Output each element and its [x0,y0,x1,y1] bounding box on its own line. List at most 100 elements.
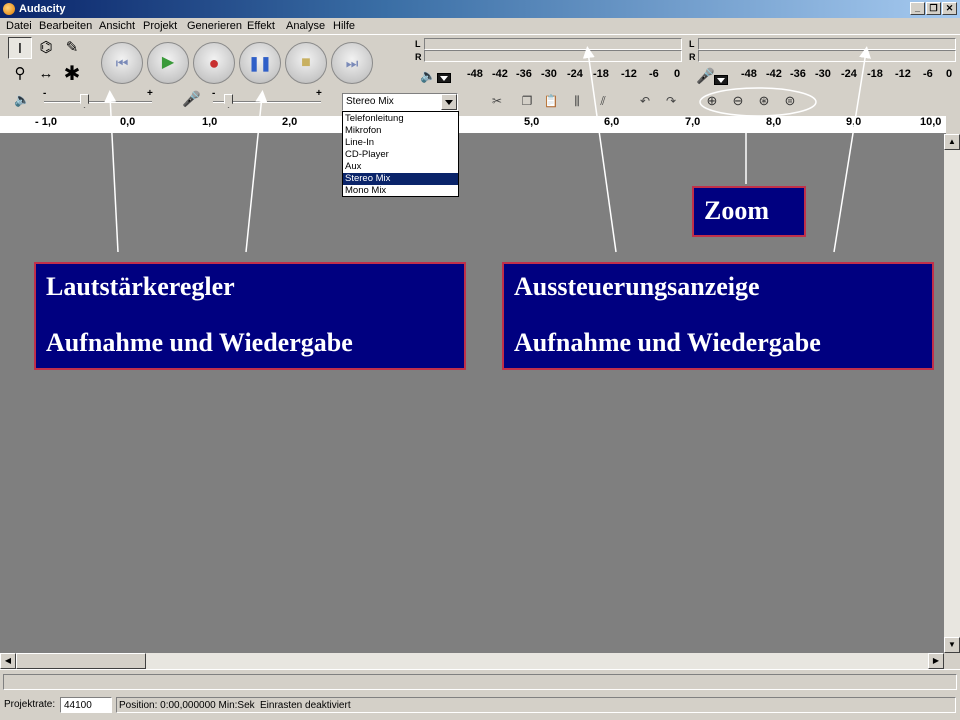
dropdown-option-selected[interactable]: Stereo Mix [343,173,458,185]
snap-status: Einrasten deaktiviert [260,700,351,711]
pause-button[interactable]: ❚❚ [239,42,281,84]
cut-icon[interactable]: ✂ [486,91,508,111]
callout-zoom: Zoom [692,186,806,237]
record-icon: ● [208,53,220,73]
ruler-label: 8,0 [766,116,782,128]
horizontal-scrollbar[interactable]: ◀ ▶ [0,653,944,669]
status-panel [3,674,957,690]
draw-tool-icon[interactable]: ✎ [60,37,84,59]
close-button[interactable]: ✕ [942,2,957,15]
meter-scale-label: 0 [674,68,681,80]
envelope-tool-icon[interactable]: ⌬ [34,37,58,59]
record-meter-menu-button[interactable] [714,75,728,85]
playback-meter-menu-button[interactable] [437,73,451,83]
playback-volume-slider[interactable] [44,101,152,103]
scroll-up-icon[interactable]: ▲ [944,134,960,150]
project-rate-field[interactable]: 44100 [60,697,112,713]
menu-datei[interactable]: Datei [6,20,32,32]
meter-left-label: L [689,39,695,49]
playback-meter[interactable]: L R 🔈 -48 -42 -36 -30 -24 -18 -12 -6 0 [410,37,682,87]
menu-ansicht[interactable]: Ansicht [99,20,135,32]
position-panel: Position: 0:00,000000 Min:Sek Einrasten … [116,697,956,713]
callout-volume-line1: Lautstärkeregler [46,272,235,301]
dropdown-option[interactable]: Aux [343,161,458,173]
record-volume-control: 🎤 - + [180,88,330,114]
speaker-icon: 🔈 [14,92,31,107]
record-volume-thumb[interactable] [224,94,233,108]
ruler-label: - 1,0 [35,116,58,128]
scroll-right-icon[interactable]: ▶ [928,653,944,669]
multi-tool-icon[interactable]: ✱ [60,63,84,85]
meter-scale-label: -42 [492,68,508,80]
play-button[interactable]: ▶ [147,42,189,84]
window-title: Audacity [19,3,66,15]
meter-scale-label: 0 [946,68,953,80]
redo-icon[interactable]: ↷ [660,91,682,111]
zoom-tool-icon[interactable]: ⚲ [8,63,32,85]
menu-hilfe[interactable]: Hilfe [333,20,355,32]
audacity-logo-icon [3,3,15,15]
silence-icon[interactable]: ⫽ [592,91,614,111]
meter-scale-label: -6 [923,68,933,80]
callout-meter-line1: Aussteuerungsanzeige [514,272,760,301]
speaker-icon: 🔈 [420,68,437,83]
project-rate-label: Projektrate: [4,699,56,710]
ruler-label: 2,0 [282,116,298,128]
meter-scale-label: -24 [567,68,583,80]
title-bar: Audacity _ ❐ ✕ [0,0,960,18]
skip-end-button[interactable]: ⏭ [331,42,373,84]
meter-scale-label: -30 [815,68,831,80]
ruler-label: 5,0 [524,116,540,128]
timeshift-tool-icon[interactable]: ↔ [34,63,58,85]
menu-analyse[interactable]: Analyse [286,20,325,32]
scroll-down-icon[interactable]: ▼ [944,637,960,653]
copy-icon[interactable]: ❐ [516,91,538,111]
dropdown-option[interactable]: CD-Player [343,149,458,161]
meter-scale-label: -6 [649,68,659,80]
callout-meter: Aussteuerungsanzeige Aufnahme und Wieder… [502,262,934,370]
ruler-label: 1,0 [202,116,218,128]
microphone-icon: 🎤 [182,91,201,108]
selection-tool-icon[interactable]: I [8,37,32,59]
horizontal-scroll-thumb[interactable] [16,653,146,669]
record-button[interactable]: ● [193,42,235,84]
paste-icon[interactable]: 📋 [540,91,562,111]
status-bar-upper [0,669,960,693]
playback-volume-control: 🔈 - + [10,88,170,114]
slider-plus-label: + [147,88,153,99]
input-source-select[interactable]: Stereo Mix [342,93,458,111]
meter-right-bar [698,50,956,62]
scroll-left-icon[interactable]: ◀ [0,653,16,669]
chevron-down-icon[interactable] [441,94,457,110]
ruler-label: 10,0 [920,116,942,128]
meter-scale-label: -24 [841,68,857,80]
skip-start-button[interactable]: ⏮ [101,42,143,84]
meter-scale-label: -12 [621,68,637,80]
record-meter[interactable]: L R 🎤 -48 -42 -36 -30 -24 -18 -12 -6 0 [684,37,956,87]
timeline-ruler[interactable]: - 1,0 0,0 1,0 2,0 5,0 6,0 7,0 8,0 9,0 10… [0,116,946,134]
menu-generieren[interactable]: Generieren [187,20,242,32]
zoom-in-icon[interactable]: ⊕ [700,91,724,111]
dropdown-option[interactable]: Mono Mix [343,185,458,197]
meter-scale-label: -42 [766,68,782,80]
ruler-label: 6,0 [604,116,620,128]
restore-button[interactable]: ❐ [926,2,941,15]
dropdown-option[interactable]: Mikrofon [343,125,458,137]
meter-right-label: R [689,52,696,62]
menu-projekt[interactable]: Projekt [143,20,177,32]
menu-bearbeiten[interactable]: Bearbeiten [39,20,92,32]
zoom-out-icon[interactable]: ⊖ [726,91,750,111]
fit-project-icon[interactable]: ⊜ [778,91,802,111]
menu-effekt[interactable]: Effekt [247,20,275,32]
fit-selection-icon[interactable]: ⊛ [752,91,776,111]
undo-icon[interactable]: ↶ [634,91,656,111]
trim-icon[interactable]: ⫼ [566,91,588,111]
dropdown-option[interactable]: Line-In [343,137,458,149]
callout-volume: Lautstärkeregler Aufnahme und Wiedergabe [34,262,466,370]
stop-button[interactable]: ■ [285,42,327,84]
vertical-scrollbar[interactable]: ▲ ▼ [944,134,960,653]
slider-minus-label: - [212,88,216,99]
minimize-button[interactable]: _ [910,2,925,15]
dropdown-option[interactable]: Telefonleitung [343,113,458,125]
playback-volume-thumb[interactable] [80,94,89,108]
